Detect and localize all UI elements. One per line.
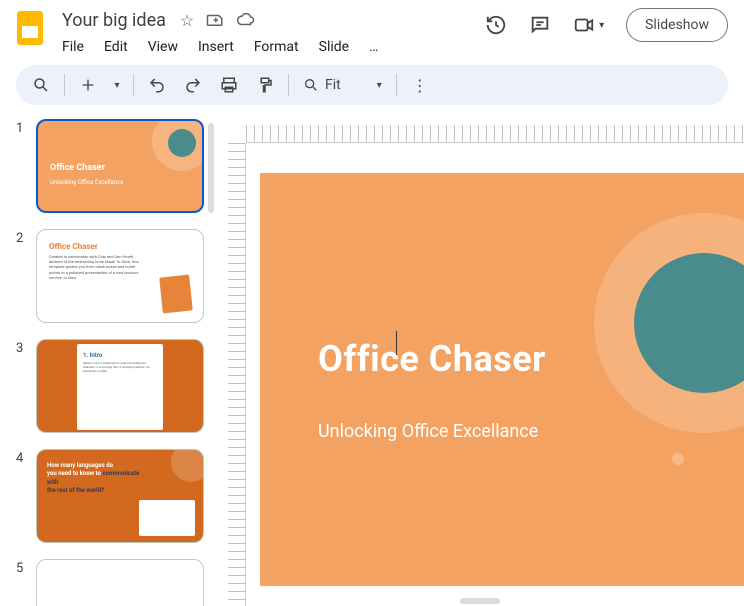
- menu-slide[interactable]: Slide: [319, 39, 349, 55]
- menu-insert[interactable]: Insert: [198, 39, 234, 55]
- new-slide-dropdown[interactable]: ▾: [109, 70, 125, 100]
- scrollbar[interactable]: [208, 123, 214, 213]
- print-button[interactable]: [214, 70, 244, 100]
- menu-view[interactable]: View: [148, 39, 178, 55]
- thumb-title: Office Chaser: [50, 163, 105, 173]
- thumb-subtitle: Unlocking Office Excellance: [50, 179, 123, 186]
- cloud-status-icon[interactable]: [236, 11, 256, 30]
- thumb-number: 5: [16, 559, 26, 576]
- thumb-number: 3: [16, 339, 26, 356]
- version-history-icon[interactable]: [485, 14, 507, 36]
- vertical-ruler[interactable]: [228, 143, 246, 606]
- thumb-text: How many languages do you need to know t…: [47, 462, 139, 496]
- zoom-control[interactable]: Fit ▾: [297, 77, 388, 93]
- filmstrip: 1 Office Chaser Unlocking Office Excella…: [0, 113, 216, 606]
- menu-edit[interactable]: Edit: [104, 39, 128, 55]
- app-logo[interactable]: [12, 8, 48, 48]
- separator: [396, 74, 397, 96]
- paper-graphic: 1. Intro deliver a short statement to gr…: [77, 344, 163, 430]
- slide-canvas[interactable]: Office Chaser Unlocking Office Excellanc…: [260, 173, 744, 586]
- chevron-down-icon: ▾: [377, 80, 382, 91]
- menu-file[interactable]: File: [62, 39, 84, 55]
- slide-title-text[interactable]: Office Chaser: [318, 338, 546, 380]
- thumb-body: Created in partnership with Chip and Dan…: [49, 254, 143, 280]
- comments-icon[interactable]: [529, 14, 551, 36]
- decorative-circle: [168, 129, 196, 157]
- horizontal-ruler[interactable]: [246, 125, 744, 143]
- star-icon[interactable]: ☆: [180, 11, 194, 30]
- redo-button[interactable]: [178, 70, 208, 100]
- separator: [133, 74, 134, 96]
- slide-thumbnail-5[interactable]: [36, 559, 204, 606]
- box-graphic: [139, 500, 195, 536]
- thumb-number: 2: [16, 229, 26, 246]
- canvas-area: Office Chaser Unlocking Office Excellanc…: [216, 113, 744, 606]
- menu-bar: File Edit View Insert Format Slide …: [58, 33, 475, 65]
- separator: [64, 74, 65, 96]
- slide-thumbnail-1[interactable]: Office Chaser Unlocking Office Excellanc…: [36, 119, 204, 213]
- thumb-heading: 1. Intro: [83, 352, 157, 359]
- document-title[interactable]: Your big idea: [58, 8, 170, 33]
- thumb-number: 4: [16, 449, 26, 466]
- thumb-title: Office Chaser: [49, 242, 98, 251]
- zoom-label: Fit: [325, 77, 341, 93]
- thumb-body: deliver a short statement to grab the au…: [83, 361, 157, 373]
- chevron-down-icon: ▾: [599, 20, 604, 31]
- move-icon[interactable]: [206, 11, 224, 30]
- menu-format[interactable]: Format: [254, 39, 299, 55]
- slide-thumbnail-2[interactable]: Office Chaser Created in partnership wit…: [36, 229, 204, 323]
- new-slide-button[interactable]: [73, 70, 103, 100]
- slideshow-button[interactable]: Slideshow: [626, 8, 728, 42]
- text-cursor: [396, 331, 397, 355]
- thumb-number: 1: [16, 119, 26, 136]
- decorative-circle: [171, 449, 204, 482]
- slide-thumbnail-3[interactable]: 1. Intro deliver a short statement to gr…: [36, 339, 204, 433]
- slide-thumbnail-4[interactable]: How many languages do you need to know t…: [36, 449, 204, 543]
- decorative-dot: [672, 453, 684, 465]
- toolbar: ▾ Fit ▾ ⋮: [16, 65, 728, 105]
- book-graphic: [159, 275, 193, 314]
- undo-button[interactable]: [142, 70, 172, 100]
- search-menus-icon[interactable]: [26, 70, 56, 100]
- paint-format-button[interactable]: [250, 70, 280, 100]
- menu-more[interactable]: …: [369, 39, 378, 55]
- slide-subtitle-text[interactable]: Unlocking Office Excellance: [318, 421, 538, 442]
- separator: [288, 74, 289, 96]
- horizontal-scrollbar[interactable]: [460, 598, 500, 604]
- more-tools-button[interactable]: ⋮: [405, 70, 435, 100]
- meet-icon[interactable]: ▾: [573, 14, 604, 36]
